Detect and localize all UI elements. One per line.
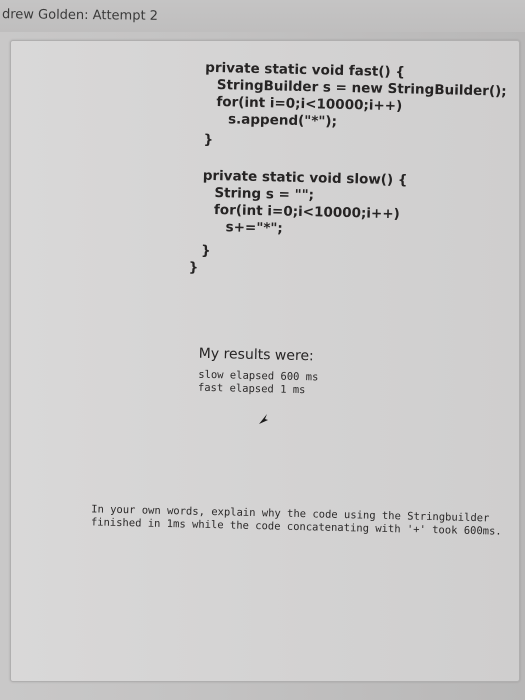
slow-method-close: } bbox=[188, 259, 199, 276]
submission-content: private static void fast() { StringBuild… bbox=[0, 0, 525, 700]
slow-method-line-3: s+="*"; bbox=[225, 219, 283, 237]
fast-result-line: fast elapsed 1 ms bbox=[197, 381, 306, 397]
fast-method-line-3: s.append("*"); bbox=[227, 111, 338, 130]
mouse-pointer-icon bbox=[259, 414, 268, 424]
fast-method-close: } bbox=[203, 131, 214, 148]
results-heading: My results were: bbox=[198, 345, 314, 365]
slow-method-inner-close: } bbox=[200, 242, 211, 259]
